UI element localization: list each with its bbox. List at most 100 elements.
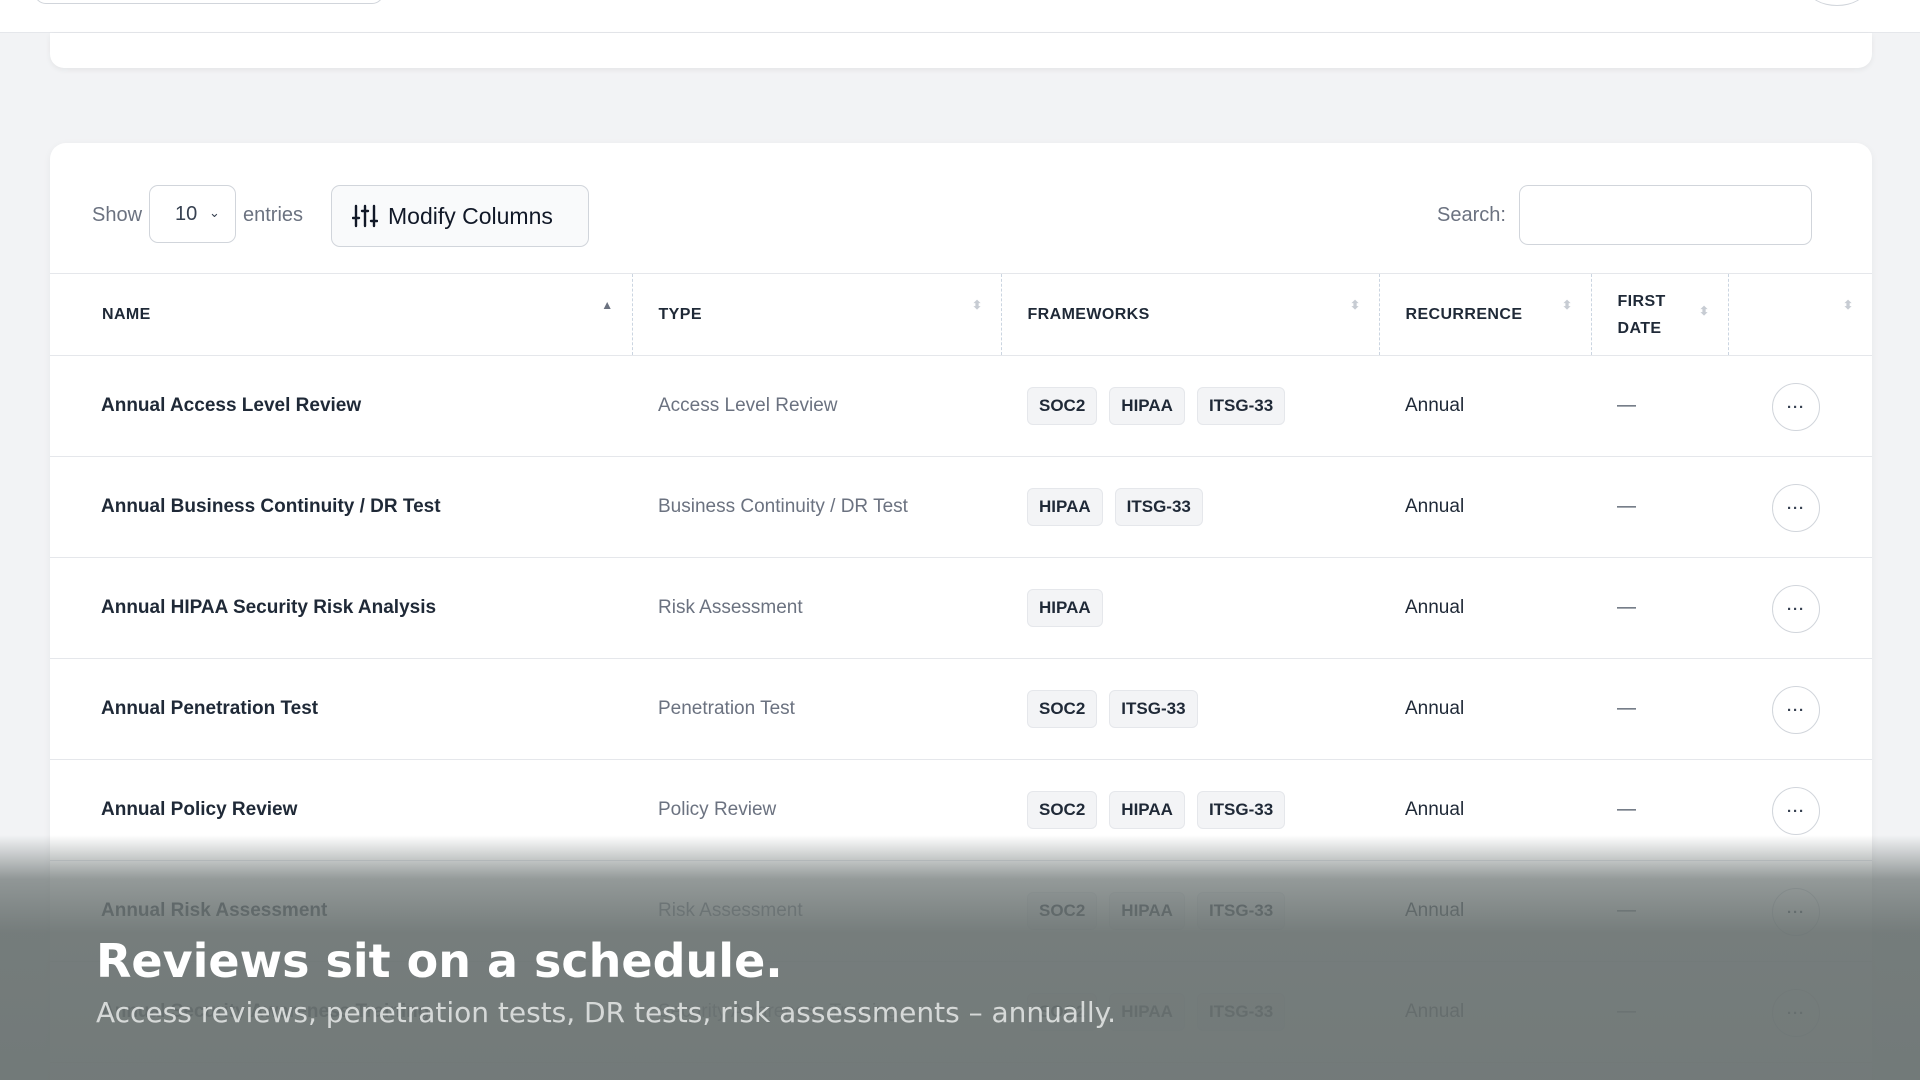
top-search-pill[interactable] <box>34 0 384 4</box>
review-name[interactable]: Annual Access Level Review <box>50 356 632 457</box>
more-options-button[interactable]: ··· <box>1772 787 1820 835</box>
recurrence-value: Annual <box>1405 395 1465 416</box>
avatar[interactable] <box>1808 0 1866 6</box>
more-options-button[interactable]: ··· <box>1772 585 1820 633</box>
first-date-value: — <box>1617 496 1636 517</box>
entries-label: entries <box>243 204 304 226</box>
actions-cell: ··· <box>1728 760 1872 861</box>
review-type: Policy Review <box>658 799 777 820</box>
more-horizontal-icon: ··· <box>1787 600 1805 618</box>
framework-badge: SOC2 <box>1027 690 1098 728</box>
recurrence-value: Annual <box>1405 496 1465 517</box>
first-date-value: — <box>1617 799 1636 820</box>
show-label: Show <box>92 204 143 226</box>
top-bar <box>0 0 1920 33</box>
framework-badge: HIPAA <box>1027 488 1103 526</box>
sort-icon: ⬍ <box>972 298 983 312</box>
sort-icon: ⬍ <box>1562 298 1573 312</box>
first-date-value: — <box>1617 1001 1636 1022</box>
column-header-first-date[interactable]: FIRST DATE ⬍ <box>1591 273 1729 356</box>
recurrence-value: Annual <box>1405 698 1465 719</box>
review-name[interactable]: Annual HIPAA Security Risk Analysis <box>50 558 632 659</box>
recurrence-value: Annual <box>1405 900 1465 921</box>
review-type: Risk Assessment <box>658 597 803 618</box>
more-options-button[interactable]: ··· <box>1772 686 1820 734</box>
framework-badge: ITSG-33 <box>1109 690 1198 728</box>
recurrence-value: Annual <box>1405 799 1465 820</box>
frameworks-cell: SOC2 HIPAA ITSG-33 <box>1001 356 1379 457</box>
more-options-button[interactable]: ··· <box>1772 989 1820 1037</box>
actions-cell: ··· <box>1728 962 1872 1063</box>
modify-columns-button[interactable]: Modify Columns <box>331 185 589 247</box>
sliders-icon <box>352 204 378 228</box>
first-date-value: — <box>1617 395 1636 416</box>
first-date-value: — <box>1617 597 1636 618</box>
more-options-button[interactable]: ··· <box>1772 888 1820 936</box>
framework-badge: HIPAA <box>1109 387 1185 425</box>
table-row[interactable]: Annual Business Continuity / DR Test Busi… <box>50 457 1872 558</box>
search-input[interactable] <box>1519 185 1812 245</box>
more-horizontal-icon: ··· <box>1787 1004 1805 1022</box>
column-header-recurrence[interactable]: RECURRENCE ⬍ <box>1379 273 1592 356</box>
framework-badge: SOC2 <box>1027 387 1098 425</box>
upper-card <box>50 33 1872 68</box>
actions-cell: ··· <box>1728 659 1872 760</box>
framework-badge: ITSG-33 <box>1196 993 1286 1031</box>
recurrence-value: Annual <box>1405 1001 1465 1022</box>
first-date-value: — <box>1617 900 1636 921</box>
framework-badge: HIPAA <box>1109 993 1185 1031</box>
sort-icon: ⬍ <box>1699 304 1710 318</box>
framework-badge: SOC2 <box>1027 892 1098 930</box>
sort-icon: ⬍ <box>1350 298 1361 312</box>
table-row[interactable]: Annual HIPAA Security Risk Analysis Risk … <box>50 558 1872 659</box>
column-header-actions[interactable]: ⬍ <box>1728 273 1872 356</box>
chevron-down-icon: ⌄ <box>209 205 220 220</box>
framework-badge: ITSG-33 <box>1114 488 1203 526</box>
framework-badge: HIPAA <box>1027 589 1103 627</box>
review-name[interactable]: Annual Policy Review <box>50 760 632 861</box>
caption-title: Reviews sit on a schedule. <box>96 934 783 988</box>
frameworks-cell: SOC2 ITSG-33 <box>1001 659 1379 760</box>
first-date-value: — <box>1617 698 1636 719</box>
entries-value: 10 <box>175 202 198 225</box>
more-horizontal-icon: ··· <box>1787 499 1805 517</box>
table-row[interactable]: Annual Policy Review Policy Review SOC2 HIP… <box>50 760 1872 861</box>
review-name[interactable]: Annual Business Continuity / DR Test <box>50 457 632 558</box>
framework-badge: SOC2 <box>1027 791 1098 829</box>
sort-icon: ⬍ <box>1843 298 1854 312</box>
table-header-row: NAME ▲ TYPE ⬍ FRAMEWORKS ⬍ RECURRENCE ⬍ … <box>50 273 1872 356</box>
column-header-name[interactable]: NAME ▲ <box>50 273 633 356</box>
more-horizontal-icon: ··· <box>1787 701 1805 719</box>
frameworks-cell: HIPAA ITSG-33 <box>1001 457 1379 558</box>
search-label: Search: <box>1437 204 1506 226</box>
entries-select[interactable]: 10 ⌄ <box>149 185 236 243</box>
framework-badge: HIPAA <box>1109 892 1185 930</box>
table-controls: Show 10 ⌄ entries Modify Columns Search: <box>50 143 1872 273</box>
framework-badge: HIPAA <box>1109 791 1185 829</box>
more-options-button[interactable]: ··· <box>1772 383 1820 431</box>
table-row[interactable]: Annual Access Level Review Access Level R… <box>50 356 1872 457</box>
more-horizontal-icon: ··· <box>1787 802 1805 820</box>
column-header-frameworks[interactable]: FRAMEWORKS ⬍ <box>1001 273 1380 356</box>
review-name[interactable]: Annual Penetration Test <box>50 659 632 760</box>
framework-badge: ITSG-33 <box>1196 387 1286 425</box>
frameworks-cell: SOC2 HIPAA ITSG-33 <box>1001 760 1379 861</box>
actions-cell: ··· <box>1728 457 1872 558</box>
review-type: Penetration Test <box>658 698 795 719</box>
review-type: Business Continuity / DR Test <box>658 496 908 517</box>
framework-badge: ITSG-33 <box>1196 892 1286 930</box>
recurrence-value: Annual <box>1405 597 1465 618</box>
modify-columns-label: Modify Columns <box>388 202 553 229</box>
actions-cell: ··· <box>1728 356 1872 457</box>
more-options-button[interactable]: ··· <box>1772 484 1820 532</box>
more-horizontal-icon: ··· <box>1787 398 1805 416</box>
table-row[interactable]: Annual Penetration Test Penetration Test S… <box>50 659 1872 760</box>
framework-badge: ITSG-33 <box>1196 791 1286 829</box>
more-horizontal-icon: ··· <box>1787 903 1805 921</box>
frameworks-cell: SOC2 HIPAA ITSG-33 <box>1001 861 1379 962</box>
actions-cell: ··· <box>1728 861 1872 962</box>
review-type: Access Level Review <box>658 395 838 416</box>
frameworks-cell: HIPAA <box>1001 558 1379 659</box>
sort-asc-icon: ▲ <box>601 298 614 312</box>
column-header-type[interactable]: TYPE ⬍ <box>632 273 1002 356</box>
